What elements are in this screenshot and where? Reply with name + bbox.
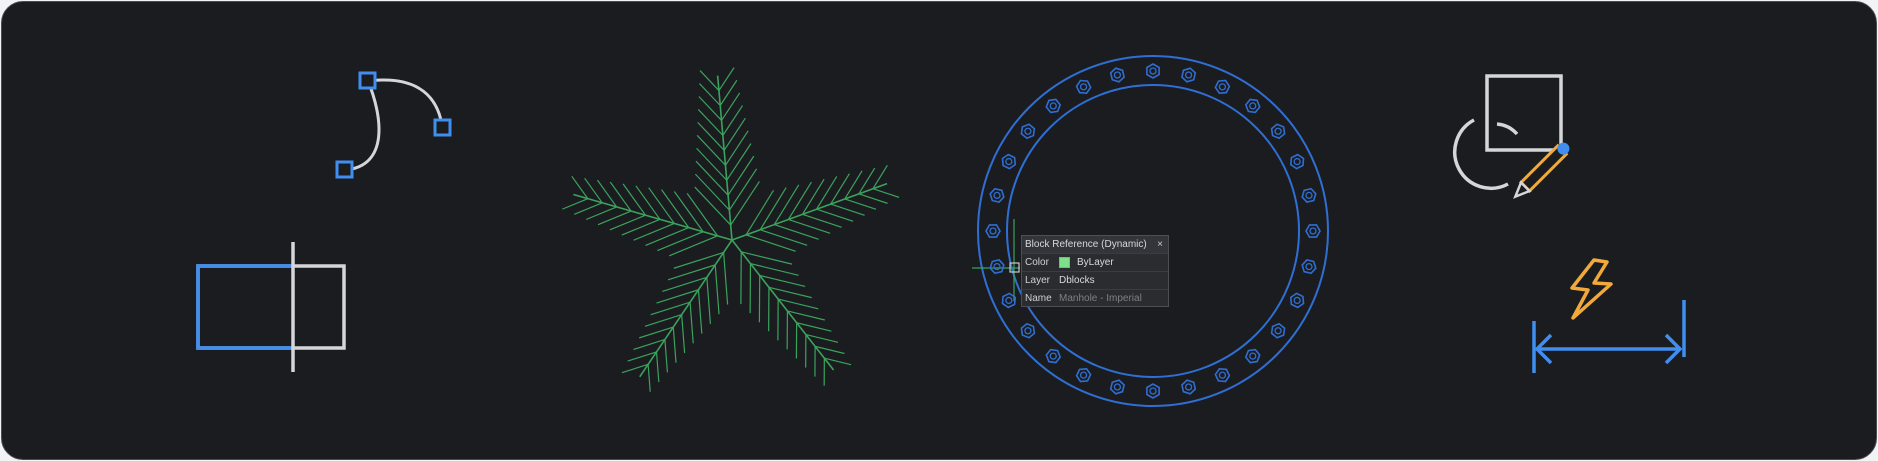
tooltip-title: Block Reference (Dynamic)	[1025, 239, 1147, 250]
close-icon[interactable]: ×	[1157, 236, 1163, 253]
tooltip-row-name: Name Manhole - Imperial	[1022, 289, 1168, 307]
block-reference-tooltip: Block Reference (Dynamic) × Color ByLaye…	[1021, 235, 1169, 307]
tree-block-icon	[562, 67, 900, 392]
color-swatch-icon	[1059, 257, 1070, 268]
tooltip-value-text: ByLayer	[1077, 257, 1114, 268]
tooltip-key: Color	[1025, 257, 1049, 268]
tooltip-value: ByLayer	[1059, 254, 1114, 271]
tooltip-row-layer: Layer Dblocks	[1022, 271, 1168, 289]
tooltip-row-color: Color ByLayer	[1022, 253, 1168, 271]
bezier-curve-icon	[335, 71, 452, 179]
tooltip-value: Manhole - Imperial	[1059, 293, 1142, 304]
quick-dimension-icon	[1532, 258, 1686, 373]
shape-edit-icon	[1453, 74, 1570, 199]
tooltip-key: Layer	[1025, 275, 1051, 286]
tooltip-title-bar: Block Reference (Dynamic) ×	[1022, 236, 1168, 253]
manhole-block-icon	[972, 55, 1329, 407]
tooltip-value: Dblocks	[1059, 275, 1095, 286]
feature-banner-panel: Block Reference (Dynamic) × Color ByLaye…	[1, 1, 1877, 460]
trim-rectangle-icon	[196, 242, 346, 372]
tooltip-key: Name	[1025, 293, 1052, 304]
